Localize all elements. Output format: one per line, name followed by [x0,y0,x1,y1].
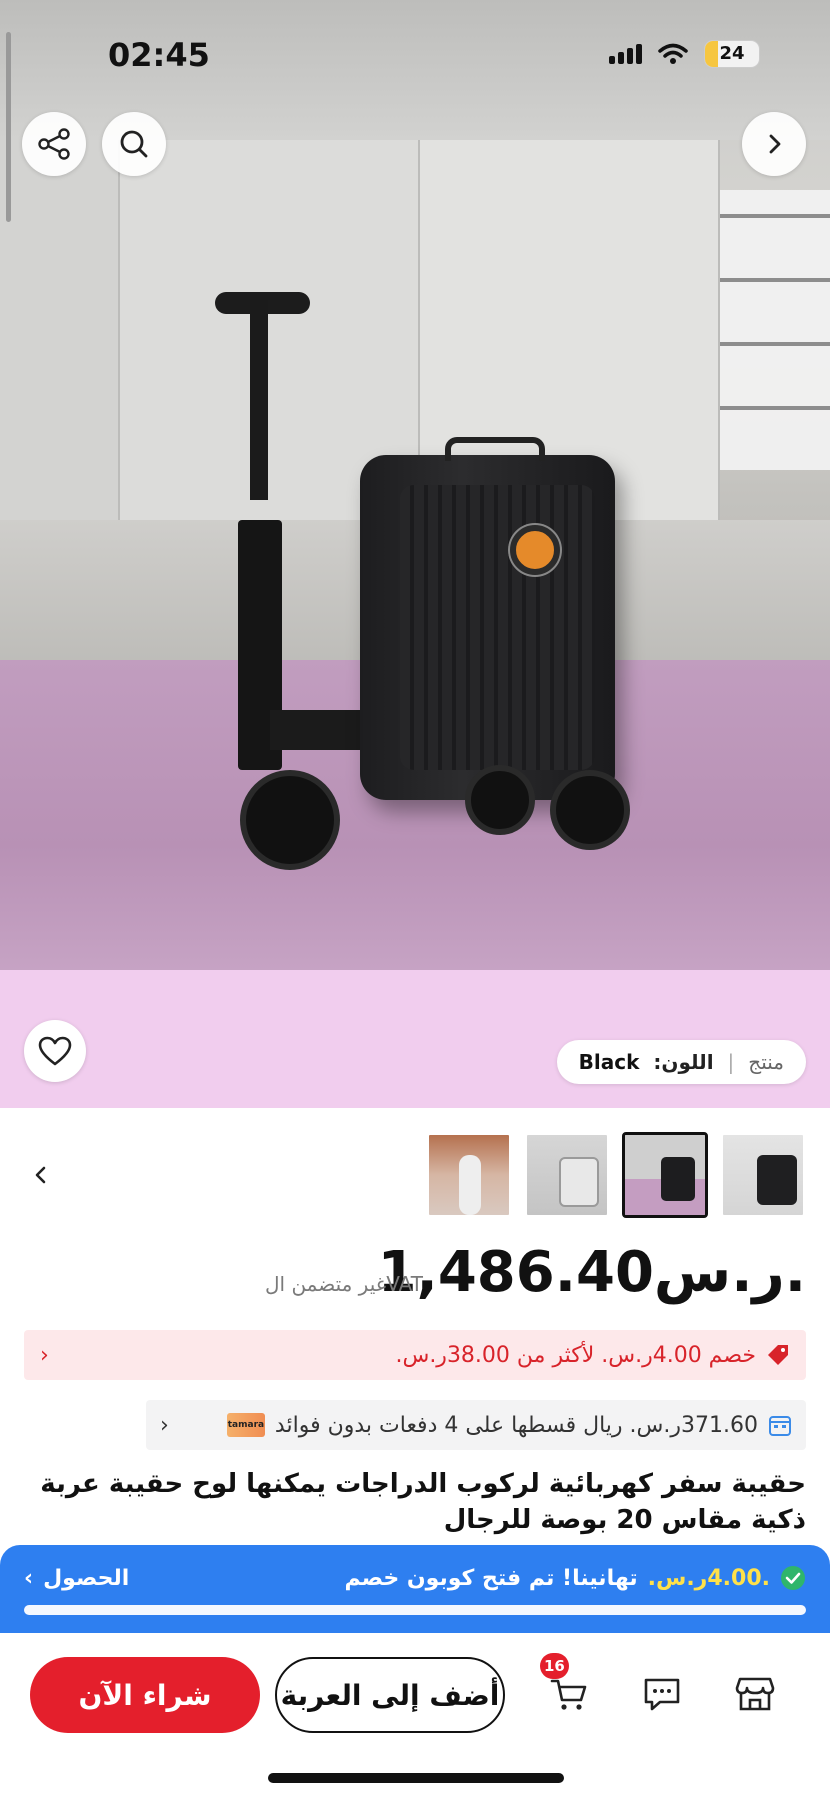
chat-icon [644,1678,680,1711]
store-icon [735,1677,775,1711]
coupon-amount: .4.00ر.س. [647,1565,770,1591]
home-indicator [268,1773,564,1783]
share-icon [38,128,70,160]
suitcase-ribs [400,485,595,770]
thumbnails-prev-button[interactable] [26,1160,56,1190]
buy-now-button[interactable]: شراء الآن [30,1657,260,1733]
cart-count-badge: 16 [540,1653,569,1679]
search-button[interactable] [102,112,166,176]
thumbnail-suitcase [661,1157,695,1201]
coupon-message: .4.00ر.س. تهانينا! تم فتح كوبون خصم [344,1565,806,1591]
coupon-progress-fill [24,1605,806,1615]
share-button[interactable] [22,112,86,176]
suitcase-wheel [465,765,535,835]
battery-level: 24 [719,43,745,64]
calendar-icon [769,1416,791,1436]
discount-content: خصم 4.00ر.س. لأكثر من 38.00ر.س. [395,1343,790,1368]
forward-chevron-icon [769,134,781,154]
cellular-signal-icon [609,44,642,64]
vat-note: غير متضمن الVAT [265,1272,423,1296]
store-button[interactable] [728,1667,782,1721]
discount-text: خصم 4.00ر.س. لأكثر من 38.00ر.س. [395,1342,756,1368]
product-price: 1,486.40ر.س. [377,1240,807,1305]
product-title: حقيبة سفر كهربائية لركوب الدراجات يمكنها… [40,1469,806,1535]
discount-banner[interactable]: › خصم 4.00ر.س. لأكثر من 38.00ر.س. [24,1330,806,1380]
installment-content: 371.60ر.س. ريال قسطها على 4 دفعات بدون ف… [226,1412,792,1438]
heart-icon [38,1036,72,1066]
coupon-banner[interactable]: ‹ الحصول .4.00ر.س. تهانينا! تم فتح كوبون … [0,1545,830,1633]
chevron-left-icon [35,1166,46,1184]
check-icon [781,1566,805,1590]
status-icons: 24 [609,40,760,68]
color-value: Black [578,1050,640,1074]
search-icon [120,130,148,158]
variant-label: منتج [748,1050,784,1074]
wishlist-button[interactable] [24,1020,86,1082]
hero-window [720,190,830,470]
suitcase-handle [445,437,545,461]
claim-coupon-button[interactable]: ‹ الحصول [24,1566,129,1591]
suitcase-logo-badge [510,525,560,575]
color-label: اللون: [653,1050,714,1074]
claim-label: الحصول [43,1565,130,1591]
coupon-text: تهانينا! تم فتح كوبون خصم [344,1565,638,1591]
scooter-wheel [240,770,340,870]
chevron-right-icon: › [40,1342,49,1368]
thumbnail-selected[interactable] [622,1132,708,1218]
chevron-right-icon: › [160,1412,169,1438]
wifi-icon [658,43,688,64]
installment-text: 371.60ر.س. ريال قسطها على 4 دفعات بدون ف… [274,1412,758,1438]
bottom-action-bar: شراء الآن أضف إلى العربة 16 [0,1633,830,1800]
tamara-logo: tamara [226,1413,265,1437]
battery-icon: 24 [704,40,760,68]
cart-icon [550,1679,587,1710]
chat-button[interactable] [635,1667,689,1721]
battery-fill [705,41,718,67]
suitcase-wheel [550,770,630,850]
thumbnail-figure [459,1155,481,1215]
pill-separator: | [727,1050,735,1074]
hero-bottom-band [0,970,830,1108]
coupon-row: ‹ الحصول .4.00ر.س. تهانينا! تم فتح كوبون … [24,1557,806,1599]
cart-button[interactable]: 16 [540,1653,596,1721]
coupon-progress-bar [24,1605,806,1615]
add-to-cart-button[interactable]: أضف إلى العربة [275,1657,505,1733]
thumbnail[interactable] [426,1132,512,1218]
installment-banner[interactable]: › 371.60ر.س. ريال قسطها على 4 دفعات بدون… [146,1400,806,1450]
thumbnail-suitcase [559,1157,599,1207]
color-selector-pill[interactable]: منتج | اللون: Black [556,1040,806,1084]
thumbnail[interactable] [524,1132,610,1218]
scooter-pole [250,300,268,500]
tag-icon [768,1345,788,1365]
thumbnail[interactable] [720,1132,806,1218]
chevron-left-icon: ‹ [24,1565,34,1591]
status-time: 02:45 [108,36,210,74]
forward-button[interactable] [742,112,806,176]
thumbnail-suitcase [757,1155,797,1205]
suitcase-body [360,437,615,800]
thumbnail-strip [426,1132,806,1218]
scroll-indicator [6,32,11,222]
